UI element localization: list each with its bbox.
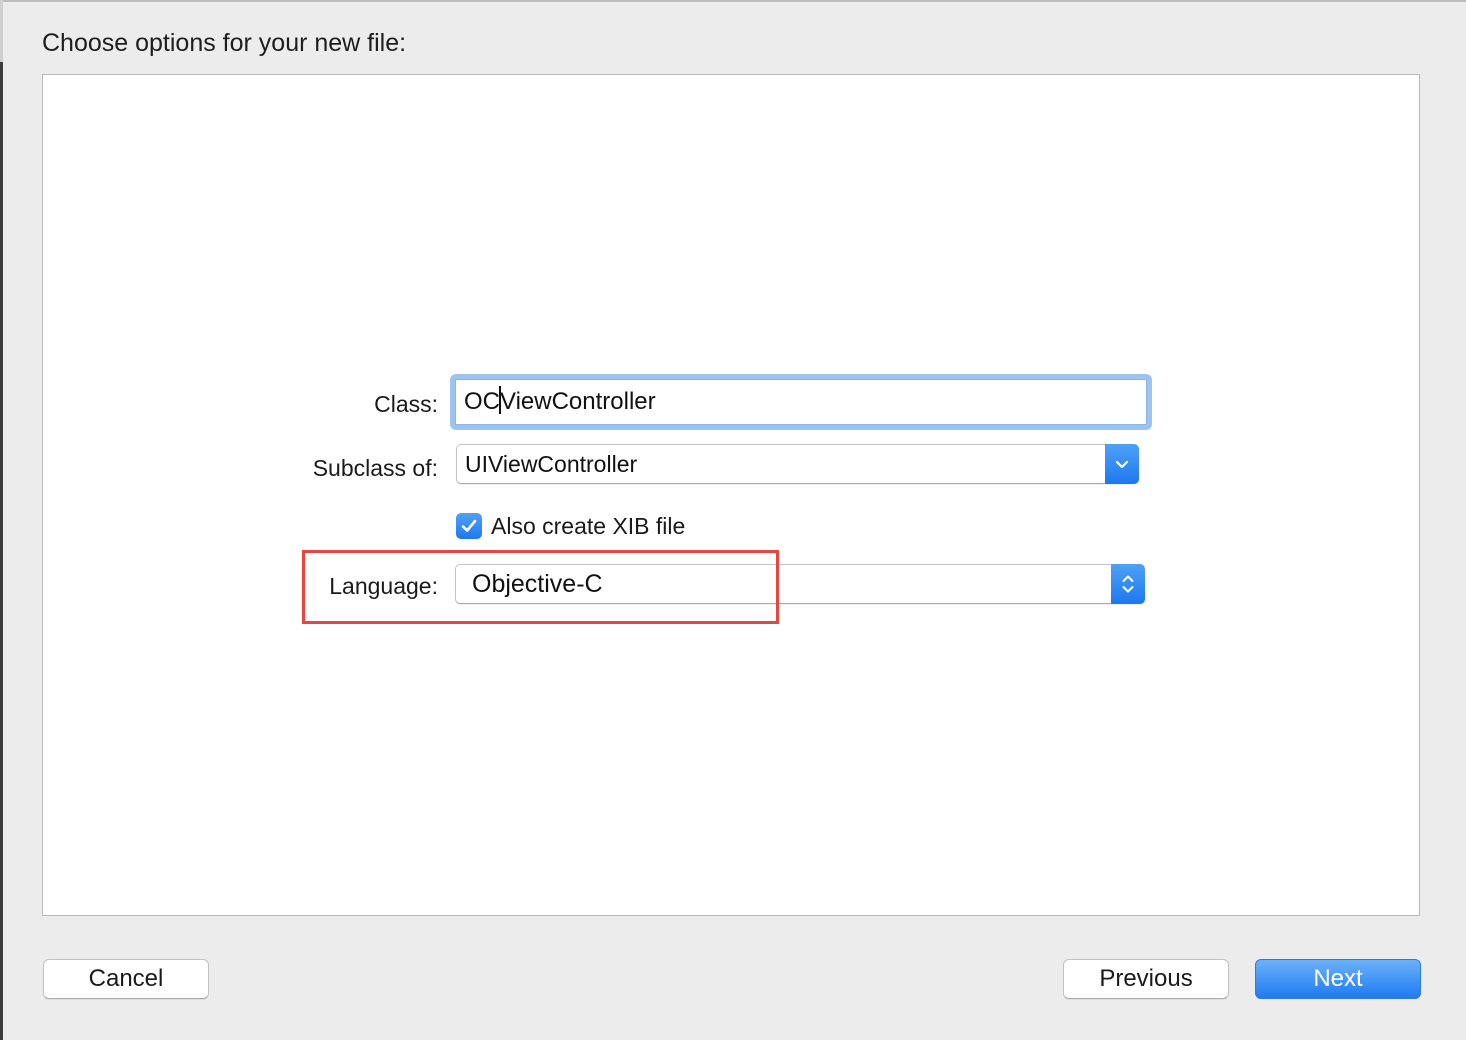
previous-button[interactable]: Previous (1063, 959, 1229, 999)
also-create-xib-label[interactable]: Also create XIB file (491, 511, 685, 541)
cancel-button[interactable]: Cancel (43, 959, 209, 999)
subclass-value: UIViewController (465, 451, 638, 477)
class-label: Class: (374, 391, 438, 417)
subclass-combo-box[interactable]: UIViewController (456, 444, 1139, 484)
language-value: Objective-C (472, 570, 603, 598)
class-name-field[interactable]: OCViewController (455, 379, 1147, 425)
next-button[interactable]: Next (1255, 959, 1421, 999)
class-name-text-before-caret: OC (464, 388, 500, 415)
window-left-edge-shadow (0, 62, 3, 1040)
window-top-border (0, 0, 1466, 2)
subclass-label: Subclass of: (312, 455, 438, 481)
checkmark-icon (461, 519, 477, 532)
chevron-down-icon[interactable] (1105, 444, 1139, 484)
options-panel (42, 74, 1420, 916)
language-popup-button[interactable]: Objective-C (455, 564, 1145, 604)
also-create-xib-checkbox[interactable] (456, 513, 482, 539)
window-left-edge (0, 0, 3, 1040)
class-name-text-after-caret: ViewController (500, 388, 656, 415)
language-label: Language: (329, 573, 438, 599)
up-down-chevrons-icon[interactable] (1111, 564, 1145, 604)
sheet-title: Choose options for your new file: (42, 29, 407, 57)
